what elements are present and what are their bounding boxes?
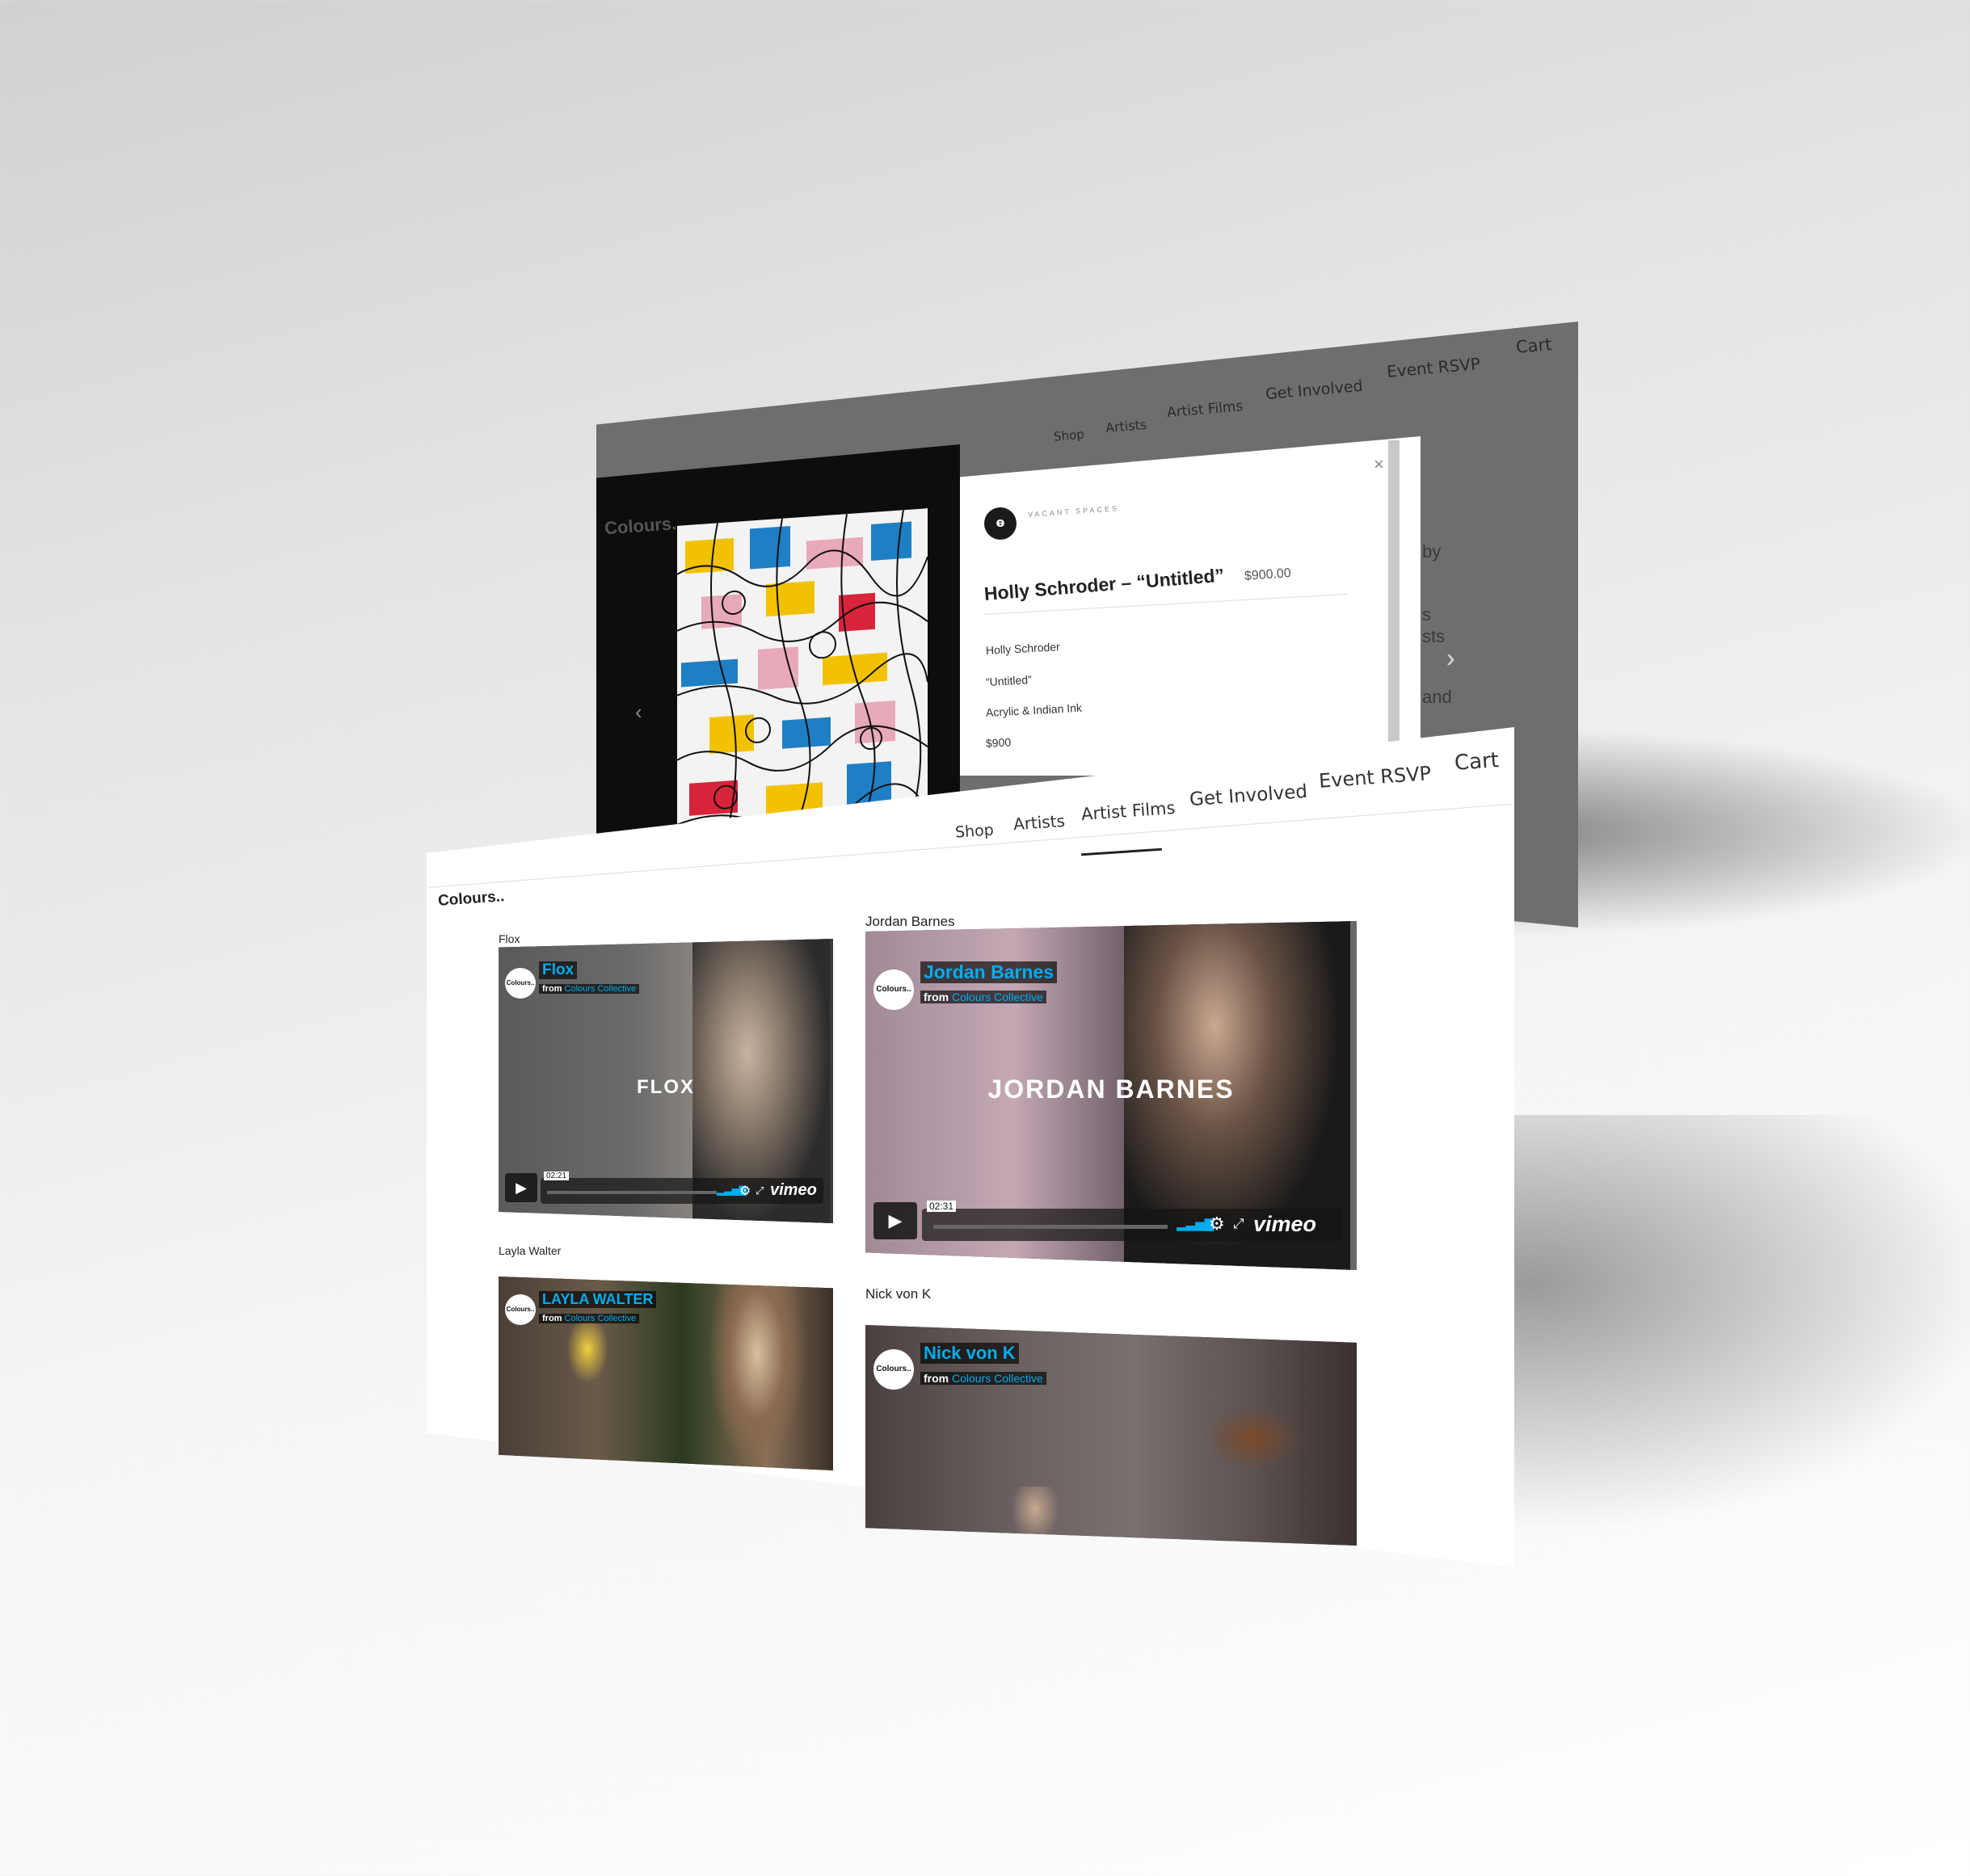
brand-logo-icon: ⱺ <box>984 507 1017 540</box>
nav-artists[interactable]: Artists <box>1012 811 1066 834</box>
chevron-left-icon[interactable]: ‹ <box>635 700 642 725</box>
vimeo-video-title[interactable]: LAYLA WALTER <box>539 1291 657 1308</box>
back-nav-cart[interactable]: Cart <box>1515 334 1552 357</box>
product-modal <box>960 436 1421 776</box>
video-player-nick-von-k[interactable]: Colours.. Nick von K from Colours Collec… <box>865 1325 1357 1546</box>
vimeo-channel-link[interactable]: Colours Collective <box>565 984 637 994</box>
video-overlay-title: FLOX <box>637 1076 695 1098</box>
progress-track[interactable] <box>547 1191 717 1194</box>
play-icon[interactable]: ▶ <box>505 1173 537 1202</box>
channel-avatar[interactable]: Colours.. <box>873 970 914 1010</box>
fullscreen-icon[interactable]: ⤢ <box>1233 1216 1244 1232</box>
vimeo-video-title[interactable]: Nick von K <box>920 1343 1019 1364</box>
video-player-layla-walter[interactable]: Colours.. LAYLA WALTER from Colours Coll… <box>499 1277 833 1470</box>
video-duration: 02:21 <box>544 1171 570 1180</box>
video-player-jordan-barnes[interactable]: JORDAN BARNES Colours.. Jordan Barnes fr… <box>865 921 1357 1270</box>
vimeo-channel-link[interactable]: Colours Collective <box>952 1372 1043 1385</box>
video-label-layla-walter: Layla Walter <box>499 1244 562 1257</box>
vimeo-from-line: from Colours Collective <box>920 991 1046 1003</box>
modal-scrollbar[interactable] <box>1388 440 1400 747</box>
channel-avatar[interactable]: Colours.. <box>505 968 536 999</box>
vimeo-video-title[interactable]: Flox <box>539 961 578 979</box>
background-text-fragment: and <box>1422 687 1452 707</box>
product-detail-price: $900 <box>985 735 1012 750</box>
chevron-right-icon[interactable]: › <box>1446 643 1455 673</box>
background-text-fragment: s <box>1422 604 1431 625</box>
video-label-flox: Flox <box>499 932 520 945</box>
video-player-flox[interactable]: FLOX Colours.. Flox from Colours Collect… <box>499 939 833 1223</box>
settings-icon[interactable]: ⚙ <box>1209 1214 1225 1235</box>
back-nav-shop[interactable]: Shop <box>1053 427 1084 444</box>
settings-icon[interactable]: ⚙ <box>739 1183 751 1199</box>
channel-avatar[interactable]: Colours.. <box>505 1294 536 1325</box>
video-label-nick-von-k: Nick von K <box>865 1286 932 1302</box>
channel-avatar[interactable]: Colours.. <box>873 1349 914 1390</box>
fullscreen-icon[interactable]: ⤢ <box>756 1184 764 1197</box>
background-text-fragment: sts <box>1422 626 1446 646</box>
vimeo-channel-link[interactable]: Colours Collective <box>565 1314 637 1323</box>
background-text-fragment: by <box>1422 541 1442 562</box>
vimeo-video-title[interactable]: Jordan Barnes <box>920 961 1058 983</box>
product-detail-title: “Untitled” <box>985 673 1033 688</box>
close-icon[interactable]: × <box>1374 454 1384 475</box>
vimeo-from-line: from Colours Collective <box>920 1372 1046 1385</box>
play-icon[interactable]: ▶ <box>873 1202 917 1239</box>
progress-track[interactable] <box>933 1225 1168 1229</box>
video-overlay-title: JORDAN BARNES <box>987 1075 1235 1104</box>
vimeo-from-line: from Colours Collective <box>539 1314 640 1323</box>
vimeo-logo[interactable]: vimeo <box>1253 1212 1316 1237</box>
nav-shop[interactable]: Shop <box>954 821 994 841</box>
nav-cart[interactable]: Cart <box>1454 748 1500 776</box>
video-label-jordan-barnes: Jordan Barnes <box>865 914 955 929</box>
vimeo-logo[interactable]: vimeo <box>770 1181 817 1200</box>
vimeo-channel-link[interactable]: Colours Collective <box>952 991 1043 1003</box>
video-duration: 02:31 <box>927 1201 957 1212</box>
vimeo-from-line: from Colours Collective <box>539 984 640 994</box>
